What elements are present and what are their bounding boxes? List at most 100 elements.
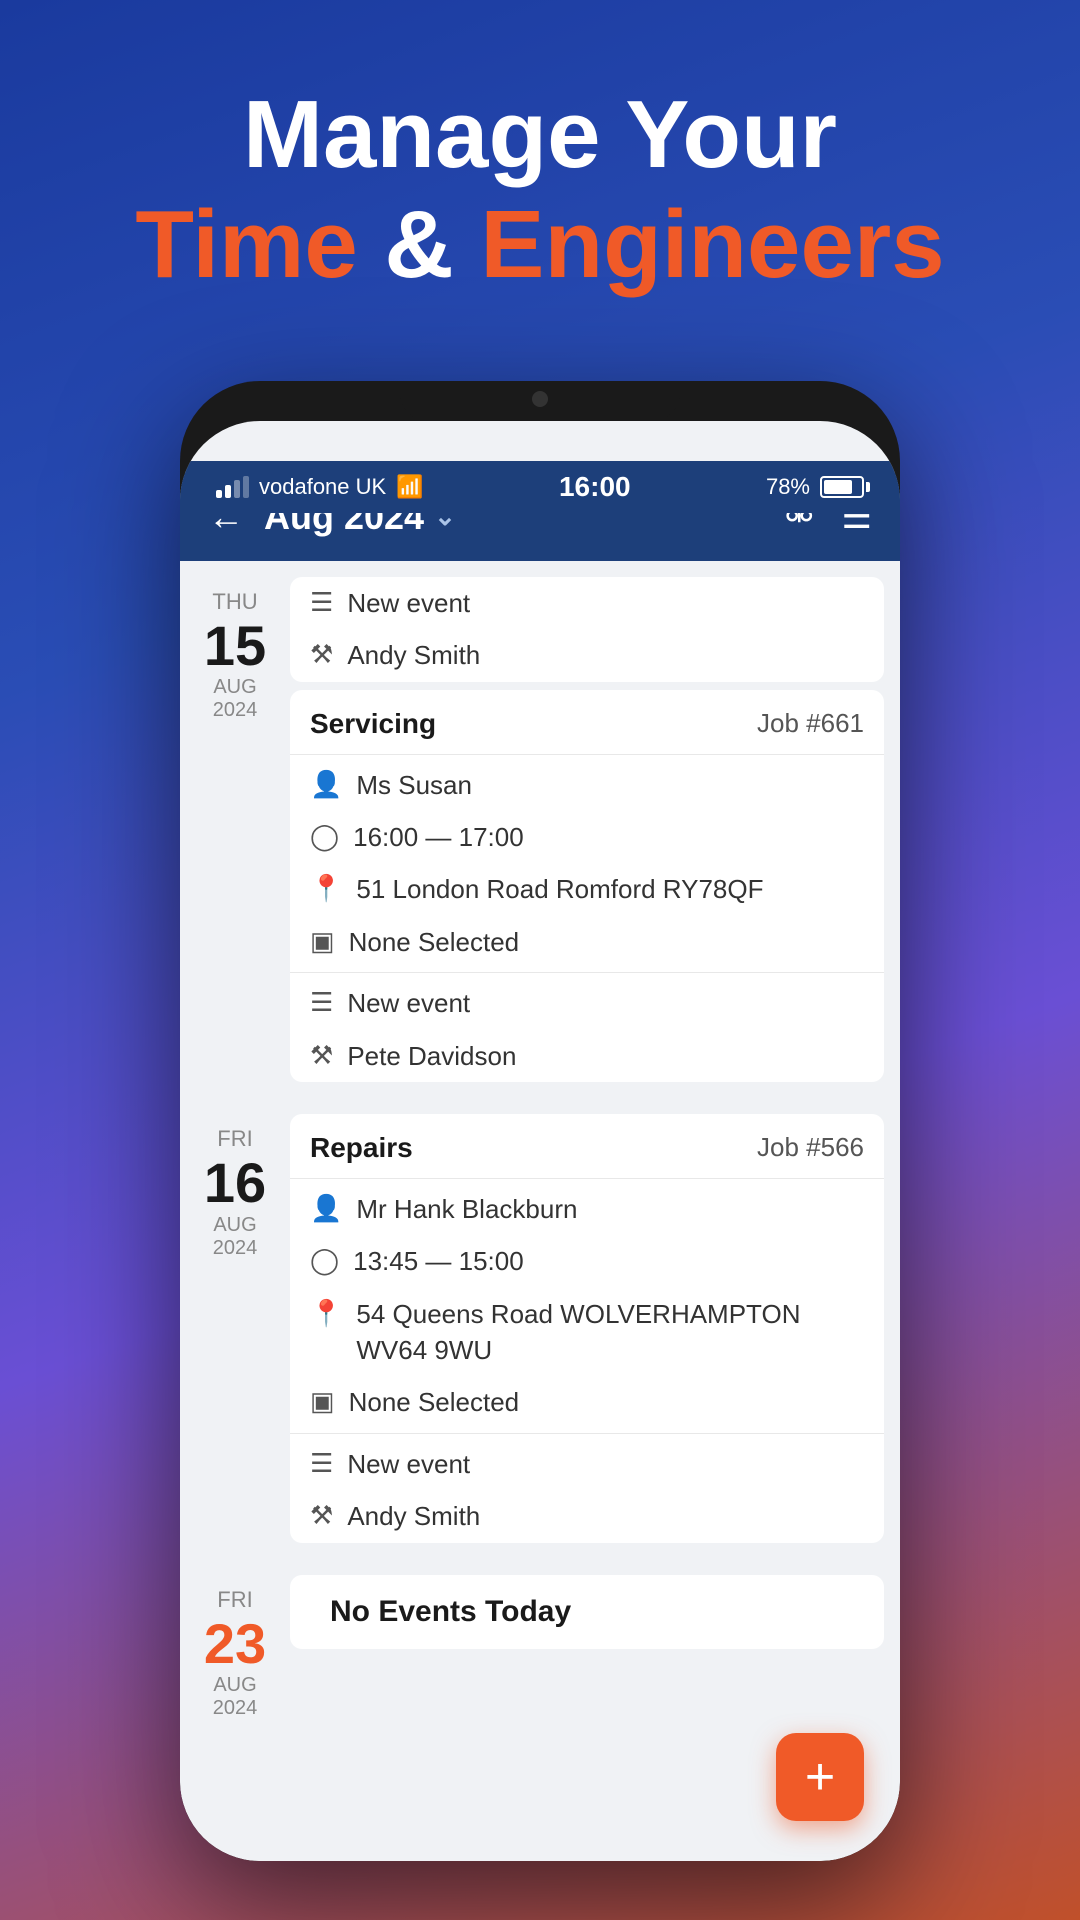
phone-notch: [400, 381, 680, 421]
hero-line1: Manage Your: [135, 80, 944, 190]
wrench-icon-thu15: ⚒: [310, 639, 333, 670]
events-col-thu15: ☰ New event ⚒ Andy Smith Servicing Job #…: [290, 577, 900, 1082]
engineer-repairs: Andy Smith: [347, 1498, 480, 1534]
detail-time-servicing: ◯ 16:00 — 17:00: [290, 811, 884, 863]
phone-camera: [532, 391, 548, 407]
date-col-thu15: THU 15 AUG 2024: [180, 577, 290, 1082]
hero-line2: Time & Engineers: [135, 190, 944, 300]
fab-plus-icon: +: [805, 1751, 835, 1803]
signal-bar-1: [216, 490, 222, 498]
time-servicing: 16:00 — 17:00: [353, 819, 524, 855]
date-col-fri23: FRI 23 AUG 2024: [180, 1575, 290, 1721]
status-right: 78%: [766, 474, 864, 500]
divider-3: [290, 1178, 884, 1179]
job-number-566: Job #566: [757, 1132, 864, 1163]
divider-4: [290, 1433, 884, 1434]
detail-status-repairs: ▣ None Selected: [290, 1376, 884, 1428]
date-col-fri16: FRI 16 AUG 2024: [180, 1114, 290, 1543]
pin-icon-repairs: 📍: [310, 1298, 342, 1329]
engineer-servicing: Pete Davidson: [347, 1038, 516, 1074]
events-col-fri23: No Events Today: [290, 1575, 900, 1721]
pin-icon-servicing: 📍: [310, 873, 342, 904]
person-name-repairs: Mr Hank Blackburn: [356, 1191, 577, 1227]
event-card-header-servicing: Servicing Job #661: [290, 690, 884, 750]
phone-screen: vodafone UK 📶 16:00 78% ← Aug 2024 ⌄: [180, 421, 900, 1861]
scroll-area[interactable]: THU 15 AUG 2024 ☰ New event ⚒ Andy: [180, 561, 900, 1861]
divider-2: [290, 972, 884, 973]
person-icon-servicing: 👤: [310, 769, 342, 800]
no-events-label: No Events Today: [310, 1575, 591, 1648]
detail-status-servicing: ▣ None Selected: [290, 916, 884, 968]
detail-address-servicing: 📍 51 London Road Romford RY78QF: [290, 863, 884, 915]
event-card-header-repairs: Repairs Job #566: [290, 1114, 884, 1174]
day-section-fri23: FRI 23 AUG 2024 No Events Today: [180, 1559, 900, 1737]
person-icon-repairs: 👤: [310, 1193, 342, 1224]
battery-fill: [824, 480, 852, 494]
detail-newevent-repairs: ☰ New event: [290, 1438, 884, 1490]
battery-percent: 78%: [766, 474, 810, 500]
event-card-noevents: No Events Today: [290, 1575, 884, 1649]
event-card-repairs[interactable]: Repairs Job #566 👤 Mr Hank Blackburn ◯ 1…: [290, 1114, 884, 1543]
battery-container: [820, 476, 864, 498]
date-month-fri23: AUG: [213, 1674, 256, 1697]
newevent-servicing: New event: [347, 985, 470, 1021]
event-card-thu15-partial[interactable]: ☰ New event ⚒ Andy Smith: [290, 577, 884, 682]
date-month-fri16: AUG: [213, 1214, 256, 1237]
wrench-icon-servicing: ⚒: [310, 1040, 333, 1071]
hero-time: Time: [135, 191, 357, 298]
clock-icon-repairs: ◯: [310, 1245, 339, 1276]
signal-bar-3: [234, 480, 240, 498]
detail-person-repairs: 👤 Mr Hank Blackburn: [290, 1183, 884, 1235]
detail-engineer-servicing: ⚒ Pete Davidson: [290, 1030, 884, 1082]
carrier-text: vodafone UK: [259, 474, 386, 500]
signal-bar-2: [225, 485, 231, 498]
wifi-icon: 📶: [396, 474, 423, 500]
event-type-repairs: Repairs: [310, 1132, 413, 1164]
date-day-thu15: 15: [204, 615, 266, 677]
engineer-name-thu15: Andy Smith: [347, 637, 480, 673]
date-dow-fri23: FRI: [217, 1587, 252, 1613]
detail-time-repairs: ◯ 13:45 — 15:00: [290, 1235, 884, 1287]
event-detail-newevent-thu15: ☰ New event: [290, 577, 884, 629]
battery-icon: [820, 476, 864, 498]
status-time: 16:00: [559, 471, 631, 503]
hero-engineers: Engineers: [480, 191, 944, 298]
address-servicing: 51 London Road Romford RY78QF: [356, 871, 763, 907]
fab-add-button[interactable]: +: [776, 1733, 864, 1821]
phone-shell: vodafone UK 📶 16:00 78% ← Aug 2024 ⌄: [180, 381, 900, 1861]
detail-newevent-servicing: ☰ New event: [290, 977, 884, 1029]
clipboard-icon-repairs: ▣: [310, 1386, 335, 1417]
time-repairs: 13:45 — 15:00: [353, 1243, 524, 1279]
wrench-icon-repairs: ⚒: [310, 1500, 333, 1531]
date-year-thu15: 2024: [213, 699, 258, 722]
document-icon-servicing: ☰: [310, 987, 333, 1018]
day-section-thu15: THU 15 AUG 2024 ☰ New event ⚒ Andy: [180, 561, 900, 1098]
status-left: vodafone UK 📶: [216, 474, 424, 500]
hero-separator: &: [384, 191, 480, 298]
date-year-fri16: 2024: [213, 1237, 258, 1260]
detail-person-servicing: 👤 Ms Susan: [290, 759, 884, 811]
document-icon: ☰: [310, 587, 333, 618]
detail-engineer-repairs: ⚒ Andy Smith: [290, 1490, 884, 1542]
person-name-servicing: Ms Susan: [356, 767, 472, 803]
signal-bars: [216, 476, 249, 498]
date-day-fri23: 23: [204, 1613, 266, 1675]
new-event-text-thu15: New event: [347, 585, 470, 621]
clock-icon-servicing: ◯: [310, 821, 339, 852]
events-col-fri16: Repairs Job #566 👤 Mr Hank Blackburn ◯ 1…: [290, 1114, 900, 1543]
status-bar: vodafone UK 📶 16:00 78%: [180, 461, 900, 513]
newevent-repairs: New event: [347, 1446, 470, 1482]
signal-bar-4: [243, 476, 249, 498]
event-type-servicing: Servicing: [310, 708, 436, 740]
event-detail-engineer-thu15: ⚒ Andy Smith: [290, 629, 884, 681]
date-dow-fri16: FRI: [217, 1126, 252, 1152]
event-card-servicing[interactable]: Servicing Job #661 👤 Ms Susan ◯ 16:00 — …: [290, 690, 884, 1082]
date-dow-thu15: THU: [212, 589, 257, 615]
job-number-661: Job #661: [757, 708, 864, 739]
date-month-thu15: AUG: [213, 676, 256, 699]
day-section-fri16: FRI 16 AUG 2024 Repairs Job #566 👤: [180, 1098, 900, 1559]
address-repairs: 54 Queens Road WOLVERHAMPTON WV64 9WU: [356, 1296, 864, 1369]
date-day-fri16: 16: [204, 1152, 266, 1214]
detail-address-repairs: 📍 54 Queens Road WOLVERHAMPTON WV64 9WU: [290, 1288, 884, 1377]
status-servicing: None Selected: [349, 924, 520, 960]
